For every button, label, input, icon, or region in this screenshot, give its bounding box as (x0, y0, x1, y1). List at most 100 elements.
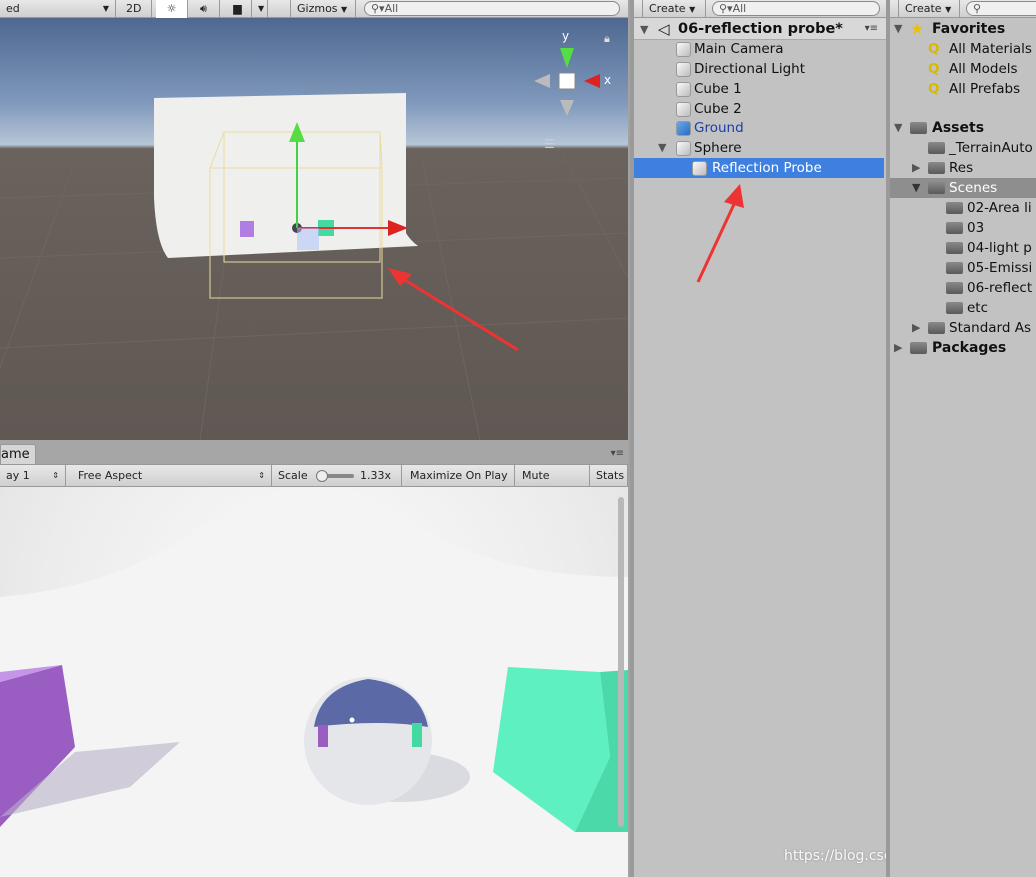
folder-05-emission[interactable]: 05-Emissi (890, 258, 1036, 278)
hierarchy-panel: Create ▼ ⚲▾All ▼ ◁ 06-reflection probe* … (630, 0, 1030, 877)
folder-icon (946, 202, 963, 214)
menu-lines-icon: ☰ (544, 137, 555, 151)
hierarchy-item-ground[interactable]: Ground (634, 118, 886, 138)
folder-06-reflection[interactable]: 06-reflect (890, 278, 1036, 298)
hierarchy-item-cube-2[interactable]: Cube 2 (634, 99, 886, 119)
gameobject-icon (676, 42, 691, 57)
expand-triangle-icon[interactable]: ▶ (912, 318, 920, 338)
search-filter-icon: Q (928, 81, 940, 97)
display-dropdown[interactable]: ay 1 ⇕ (0, 465, 66, 487)
gameobject-icon (676, 82, 691, 97)
scene-header[interactable]: ▼ ◁ 06-reflection probe* ▾≡ (634, 18, 886, 40)
folder-03[interactable]: 03 (890, 218, 1036, 238)
collapse-triangle-icon[interactable]: ▼ (894, 19, 902, 39)
folder-label: Scenes (949, 180, 998, 196)
2d-toggle[interactable]: 2D (120, 0, 152, 18)
dropdown-arrow-icon: ▼ (102, 4, 109, 13)
favorite-all-prefabs[interactable]: Q All Prefabs (890, 79, 1036, 99)
hierarchy-create-button[interactable]: Create ▼ (642, 0, 706, 18)
project-search-input[interactable]: ⚲ (966, 1, 1036, 16)
effects-toggle-icon[interactable]: ▆ (224, 0, 252, 18)
item-label: Ground (694, 120, 744, 136)
hierarchy-item-sphere[interactable]: ▼ Sphere (634, 138, 886, 158)
collapse-triangle-icon[interactable]: ▼ (894, 118, 902, 138)
lock-icon[interactable]: 🔒︎ (604, 32, 610, 45)
plane-handle[interactable] (297, 228, 319, 250)
folder-icon (910, 342, 927, 354)
folder-label: etc (967, 300, 989, 316)
folder-label: 04-light p (967, 240, 1032, 256)
folder-res[interactable]: ▶ Res (890, 158, 1036, 178)
audio-toggle-icon[interactable]: 🔊︎ (188, 0, 220, 18)
folder-label: Assets (932, 120, 985, 136)
folder-icon (928, 322, 945, 334)
game-tab-bar: ame ▾≡ (0, 440, 628, 464)
folder-scenes[interactable]: ▼ Scenes (890, 178, 1036, 198)
collapse-triangle-icon[interactable]: ▼ (640, 19, 648, 41)
packages-folder[interactable]: ▶ Packages (890, 338, 1036, 358)
folder-terrain-auto[interactable]: _TerrainAuto (890, 138, 1036, 158)
item-label: Cube 1 (694, 81, 742, 97)
assets-folder[interactable]: ▼ Assets (890, 118, 1036, 138)
hierarchy-item-main-camera[interactable]: Main Camera (634, 39, 886, 59)
folder-label: Packages (932, 340, 1007, 356)
game-tab[interactable]: ame (0, 444, 36, 464)
stats-toggle[interactable]: Stats (590, 465, 628, 487)
folder-etc[interactable]: etc (890, 298, 1036, 318)
scale-value: 1.33x (360, 469, 392, 482)
scene-menu-icon[interactable]: ▾≡ (865, 18, 878, 40)
scene-search-input[interactable]: ⚲▾All (364, 1, 620, 16)
gameobject-icon (676, 62, 691, 77)
hierarchy-item-cube-1[interactable]: Cube 1 (634, 79, 886, 99)
expand-triangle-icon[interactable]: ▶ (912, 158, 920, 178)
folder-label: 06-reflect (967, 280, 1033, 296)
maximize-on-play-toggle[interactable]: Maximize On Play (404, 465, 515, 487)
gizmo-y-label: y (562, 29, 569, 43)
expand-triangle-icon[interactable]: ▶ (894, 338, 902, 358)
gizmos-dropdown[interactable]: Gizmos ▼ (290, 0, 356, 18)
lighting-toggle-icon[interactable]: ☼ (156, 0, 188, 18)
gameobject-icon (676, 141, 691, 156)
folder-02-area[interactable]: 02-Area li (890, 198, 1036, 218)
search-filter-icon: Q (928, 41, 940, 57)
scale-slider-thumb[interactable] (316, 470, 328, 482)
scale-control: Scale 1.33x (272, 465, 402, 487)
gizmo-x-label: x (604, 73, 611, 87)
search-placeholder: All (732, 2, 747, 15)
effects-dropdown[interactable]: ▼ (252, 0, 268, 18)
collapse-triangle-icon[interactable]: ▼ (912, 178, 920, 198)
hierarchy-item-reflection-probe[interactable]: Reflection Probe (634, 158, 884, 178)
prefab-icon (676, 121, 691, 136)
gameobject-icon (676, 102, 691, 117)
panel-menu-icon[interactable]: ▾≡ (611, 448, 624, 459)
game-scrollbar[interactable] (618, 497, 624, 827)
search-icon: ⚲ (973, 2, 982, 15)
hierarchy-item-directional-light[interactable]: Directional Light (634, 59, 886, 79)
favorite-all-models[interactable]: Q All Models (890, 59, 1036, 79)
aspect-label: Free Aspect (78, 469, 143, 482)
hierarchy-toolbar: Create ▼ ⚲▾All (634, 0, 886, 18)
folder-icon (946, 222, 963, 234)
search-icon: ⚲▾ (719, 2, 733, 15)
aspect-dropdown[interactable]: Free Aspect ⇕ (72, 465, 272, 487)
folder-icon (946, 302, 963, 314)
item-label: All Materials (949, 41, 1032, 57)
expand-triangle-icon[interactable]: ▼ (658, 138, 666, 158)
folder-icon (928, 182, 945, 194)
game-view[interactable] (0, 487, 628, 877)
folder-04-light[interactable]: 04-light p (890, 238, 1036, 258)
shading-mode-dropdown[interactable]: ed ▼ (0, 0, 116, 18)
hierarchy-search-input[interactable]: ⚲▾All (712, 1, 880, 16)
search-icon: ⚲▾ (371, 2, 385, 15)
project-create-button[interactable]: Create ▼ (898, 0, 960, 18)
favorites-header[interactable]: ▼ ★ Favorites (890, 19, 1036, 39)
scene-view[interactable]: y x 🔒︎ ☰ (0, 18, 628, 440)
mute-audio-toggle[interactable]: Mute Audio (516, 465, 590, 504)
favorite-all-materials[interactable]: Q All Materials (890, 39, 1036, 59)
orientation-gizmo[interactable]: y x (534, 29, 611, 116)
folder-standard-assets[interactable]: ▶ Standard As (890, 318, 1036, 338)
reflection-plane (154, 93, 418, 258)
item-label: All Prefabs (949, 81, 1021, 97)
folder-icon (946, 262, 963, 274)
item-label: Cube 2 (694, 101, 742, 117)
